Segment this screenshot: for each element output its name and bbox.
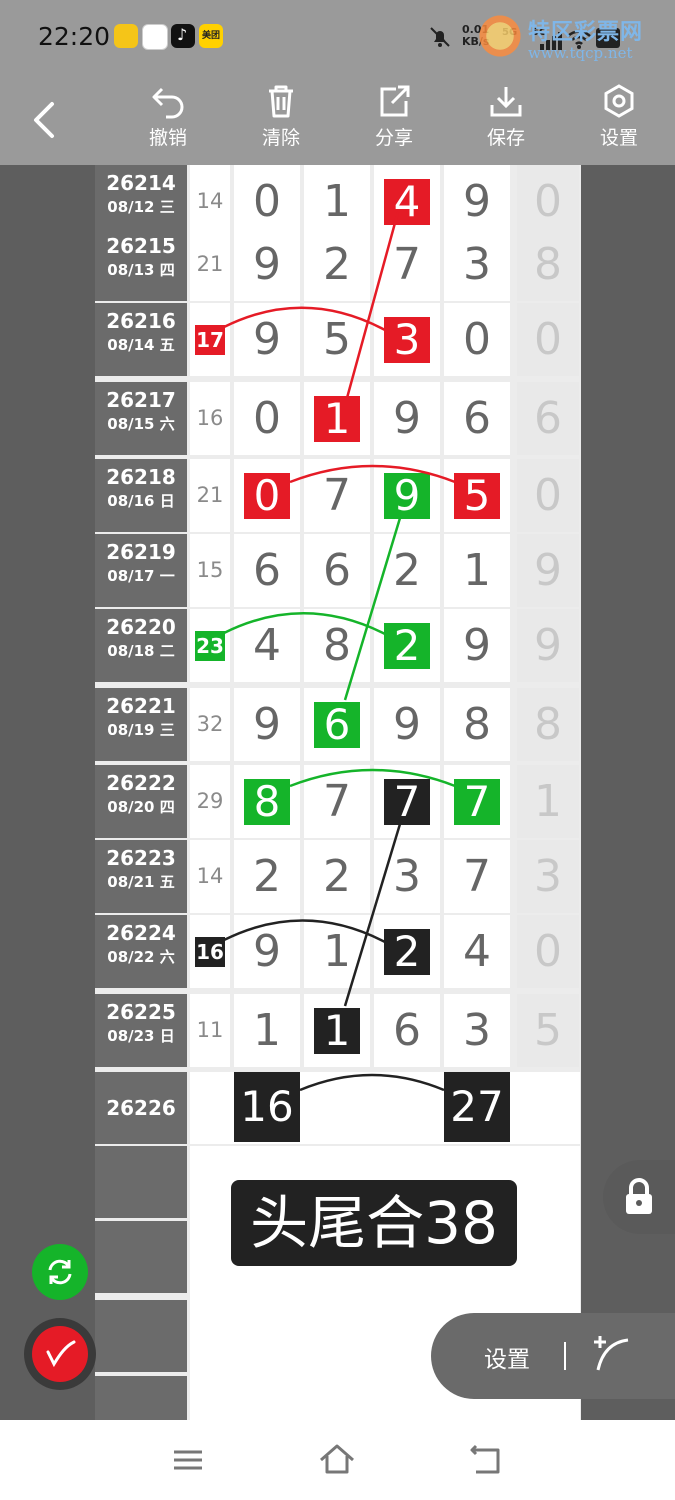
trend-arc <box>223 919 386 944</box>
trend-arc <box>223 306 386 332</box>
drawing-overlay <box>223 211 456 1092</box>
trend-arc <box>289 768 456 788</box>
trend-line <box>345 211 400 399</box>
draw-curve-icon[interactable] <box>588 1332 632 1376</box>
float-settings-button[interactable]: 设置 <box>484 1340 530 1374</box>
back-icon[interactable] <box>466 1440 506 1480</box>
lock-button[interactable] <box>603 1160 675 1234</box>
trend-arc <box>299 1073 445 1092</box>
refresh-button[interactable] <box>32 1244 88 1300</box>
home-icon[interactable] <box>317 1440 357 1480</box>
sum-banner: 头尾合38 <box>231 1180 517 1266</box>
trend-arc <box>289 464 456 484</box>
lock-icon <box>626 1178 652 1214</box>
trend-line <box>343 823 402 1007</box>
trend-arc <box>223 612 386 636</box>
pen-button[interactable] <box>24 1318 96 1390</box>
divider <box>564 1342 566 1370</box>
pen-icon <box>46 1340 76 1368</box>
refresh-icon <box>48 1259 72 1285</box>
trend-line <box>343 517 402 701</box>
settings-pill <box>431 1313 675 1399</box>
menu-icon[interactable] <box>168 1440 208 1480</box>
